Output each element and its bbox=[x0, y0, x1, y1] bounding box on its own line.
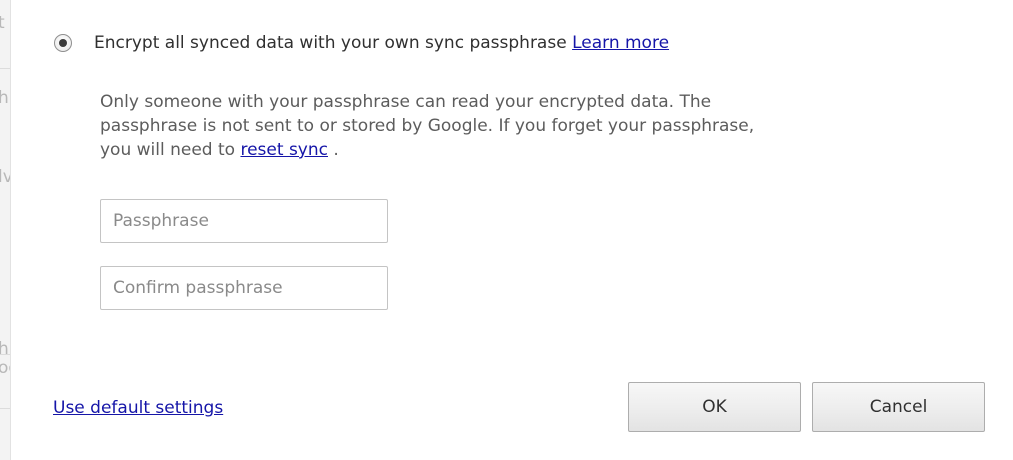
description-line-prefix: you will need to bbox=[100, 140, 236, 160]
background-text-fragment: h bbox=[0, 88, 10, 108]
reset-sync-link[interactable]: reset sync bbox=[240, 140, 328, 160]
cancel-button[interactable]: Cancel bbox=[812, 382, 985, 432]
background-text-fragment: og bbox=[0, 358, 10, 378]
background-text-fragment: lv bbox=[0, 167, 10, 187]
passphrase-input[interactable] bbox=[100, 199, 388, 243]
encrypt-option-label: Encrypt all synced data with your own sy… bbox=[94, 31, 669, 55]
description-line: Only someone with your passphrase can re… bbox=[100, 92, 712, 112]
passphrase-description: Only someone with your passphrase can re… bbox=[100, 90, 900, 162]
learn-more-link[interactable]: Learn more bbox=[572, 33, 669, 53]
sync-encryption-dialog: t h lv h og Encrypt all synced data with… bbox=[0, 0, 1013, 460]
ok-button[interactable]: OK bbox=[628, 382, 801, 432]
encrypt-option-radio[interactable] bbox=[54, 34, 72, 52]
use-default-settings-link[interactable]: Use default settings bbox=[53, 396, 223, 420]
confirm-passphrase-input[interactable] bbox=[100, 266, 388, 310]
description-line: passphrase is not sent to or stored by G… bbox=[100, 116, 755, 136]
encrypt-option-row[interactable]: Encrypt all synced data with your own sy… bbox=[54, 31, 669, 55]
description-line-suffix: . bbox=[327, 140, 339, 160]
background-page-edge: t h lv h og bbox=[0, 0, 11, 460]
radio-selected-dot-icon bbox=[59, 39, 67, 47]
background-divider bbox=[0, 68, 10, 69]
description-line: you will need to reset sync . bbox=[100, 138, 900, 162]
background-divider bbox=[0, 408, 10, 409]
background-divider bbox=[0, 354, 10, 355]
background-text-fragment: h bbox=[0, 339, 10, 359]
background-text-fragment: t bbox=[0, 13, 10, 33]
encrypt-option-text: Encrypt all synced data with your own sy… bbox=[94, 33, 567, 53]
